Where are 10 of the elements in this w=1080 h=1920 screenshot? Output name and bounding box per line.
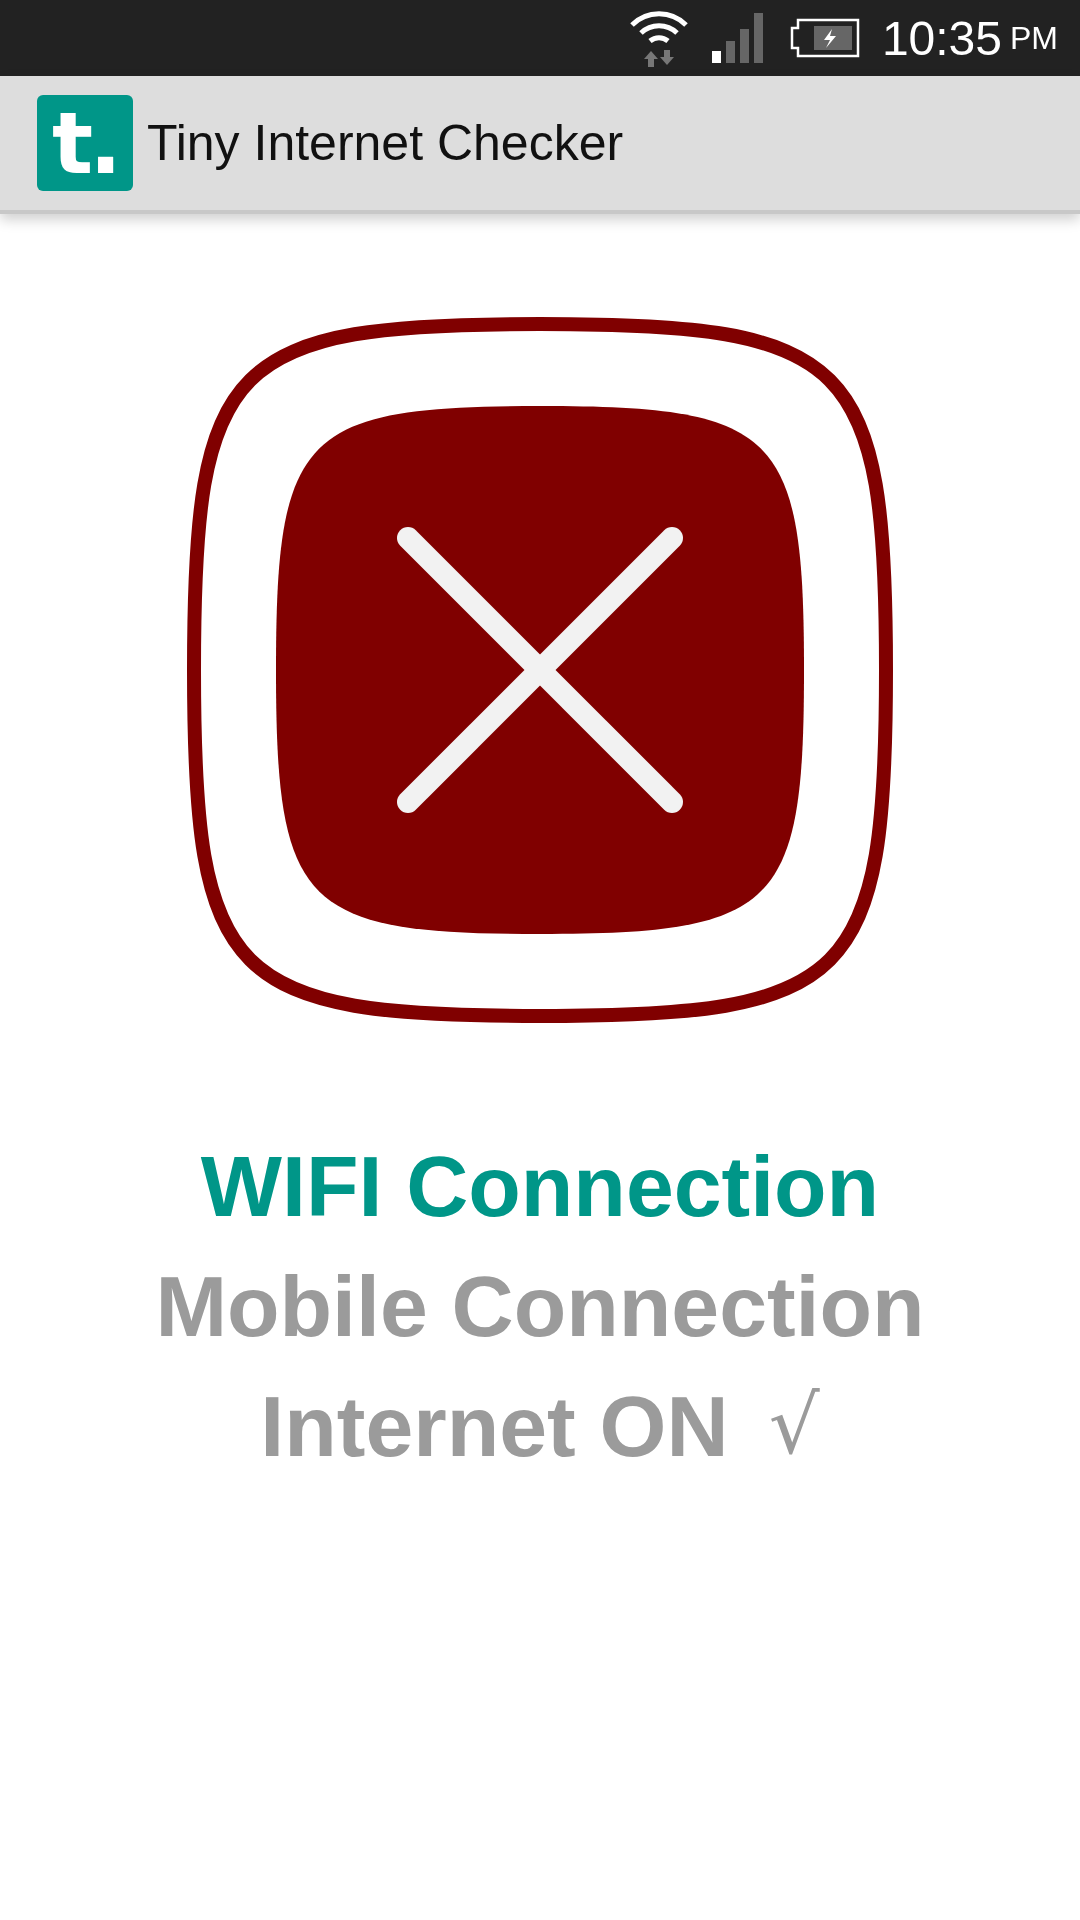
battery-icon — [789, 18, 860, 58]
app-title: Tiny Internet Checker — [147, 114, 624, 172]
connection-status: Mobile Connection — [155, 1257, 925, 1356]
clock-time: 10:35 — [881, 10, 1002, 66]
connection-status: WIFI Connection — [200, 1137, 880, 1236]
clock-period: PM — [1010, 19, 1058, 57]
app-logo: t. — [37, 95, 133, 191]
error-icon — [184, 314, 896, 1026]
check-mark: √ — [768, 1378, 820, 1474]
internet-status: Internet ON — [260, 1377, 729, 1476]
